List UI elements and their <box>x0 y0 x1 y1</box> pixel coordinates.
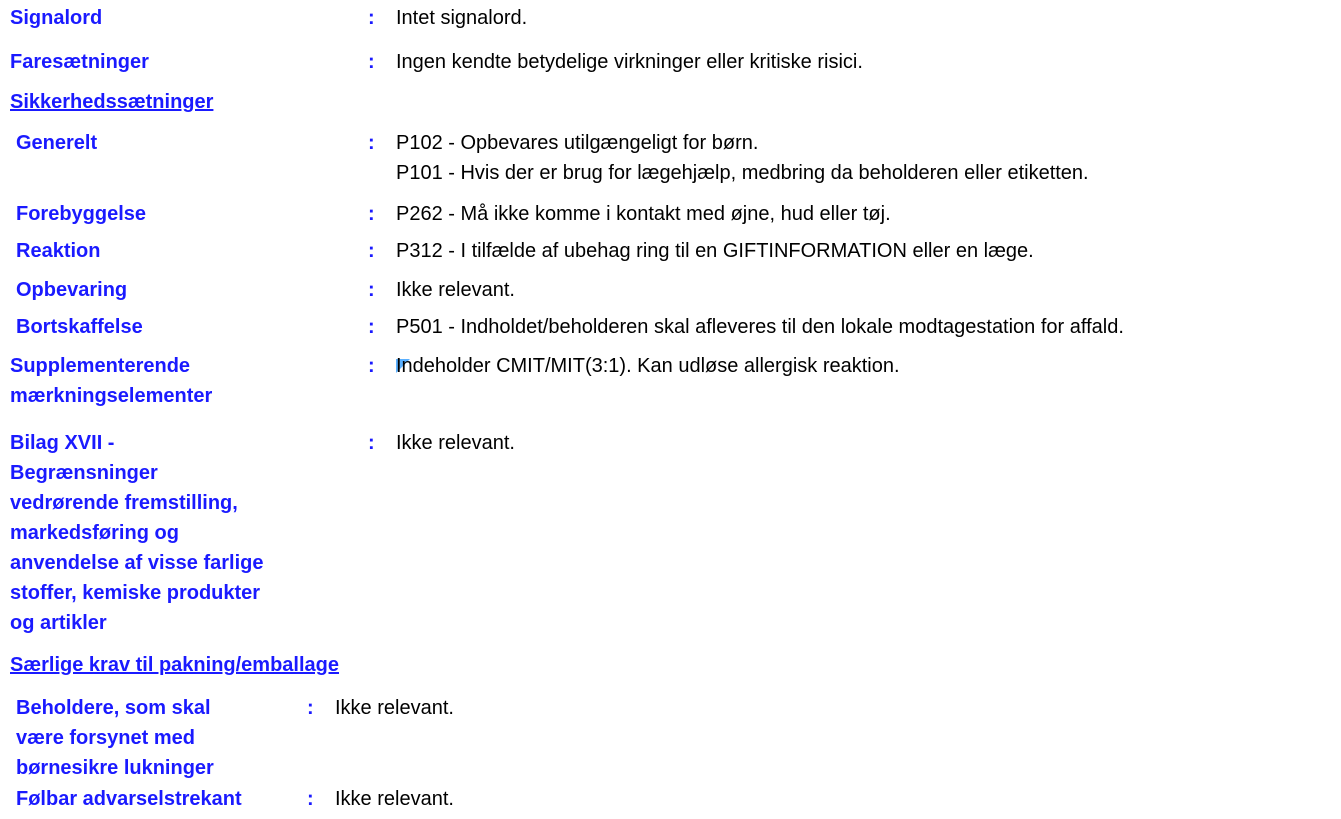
supplementerende-label: Supplementerende mærkningselementer <box>10 354 212 408</box>
bilag-line: vedrørende fremstilling, <box>10 492 238 514</box>
bilag-line: stoffer, kemiske produkter <box>10 582 261 604</box>
beholdere-value: Ikke relevant. <box>335 697 454 719</box>
colon: : <box>368 316 375 338</box>
colon: : <box>368 279 375 301</box>
supplementerende-label-line-1: Supplementerende <box>10 355 191 377</box>
colon: : <box>368 7 375 29</box>
forebyggelse-value: P262 - Må ikke komme i kontakt med øjne,… <box>396 203 891 225</box>
generelt-label: Generelt <box>16 132 98 154</box>
beholdere-line: Beholdere, som skal <box>16 697 211 719</box>
supplementerende-label-line-2: mærkningselementer <box>10 385 213 407</box>
colon: : <box>307 788 314 810</box>
bortskaffelse-value: P501 - Indholdet/beholderen skal aflever… <box>396 316 1124 338</box>
beholdere-line: være forsynet med <box>16 727 195 749</box>
forebyggelse-label: Forebyggelse <box>16 203 147 225</box>
bilag-value: Ikke relevant. <box>396 432 515 454</box>
beholdere-label: Beholdere, som skal være forsynet med bø… <box>16 693 214 783</box>
beholdere-line: børnesikre lukninger <box>16 757 214 779</box>
pakning-heading: Særlige krav til pakning/emballage <box>10 654 340 676</box>
reaktion-label: Reaktion <box>16 240 101 262</box>
foelbar-value: Ikke relevant. <box>335 788 454 810</box>
faresaetninger-label: Faresætninger <box>10 51 149 73</box>
supplementerende-value: Indeholder CMIT/MIT(3:1). Kan udløse all… <box>396 355 900 377</box>
signalord-value: Intet signalord. <box>396 7 528 29</box>
bilag-line: og artikler <box>10 612 107 634</box>
colon: : <box>307 697 314 719</box>
opbevaring-label: Opbevaring <box>16 279 128 301</box>
reaktion-value: P312 - I tilfælde af ubehag ring til en … <box>396 240 1034 262</box>
signalord-label: Signalord <box>10 7 103 29</box>
foelbar-label: Følbar advarselstrekant <box>16 788 242 810</box>
colon: : <box>368 132 375 154</box>
bilag-label: Bilag XVII - Begrænsninger vedrørende fr… <box>10 428 263 638</box>
colon: : <box>368 240 375 262</box>
generelt-line-2: P101 - Hvis der er brug for lægehjælp, m… <box>396 162 1089 184</box>
bortskaffelse-label: Bortskaffelse <box>16 316 143 338</box>
sikkerhedssaetninger-heading: Sikkerhedssætninger <box>10 91 214 113</box>
bilag-line: anvendelse af visse farlige <box>10 552 264 574</box>
faresaetninger-value: Ingen kendte betydelige virkninger eller… <box>396 51 863 73</box>
bilag-line: markedsføring og <box>10 522 179 544</box>
bilag-line: Bilag XVII - <box>10 432 115 454</box>
colon: : <box>368 432 375 454</box>
colon: : <box>368 203 375 225</box>
colon: : <box>368 355 375 377</box>
colon: : <box>368 51 375 73</box>
opbevaring-value: Ikke relevant. <box>396 279 515 301</box>
bilag-line: Begrænsninger <box>10 462 158 484</box>
generelt-value: P102 - Opbevares utilgængeligt for børn.… <box>396 131 1089 191</box>
generelt-line-1: P102 - Opbevares utilgængeligt for børn. <box>396 132 759 154</box>
